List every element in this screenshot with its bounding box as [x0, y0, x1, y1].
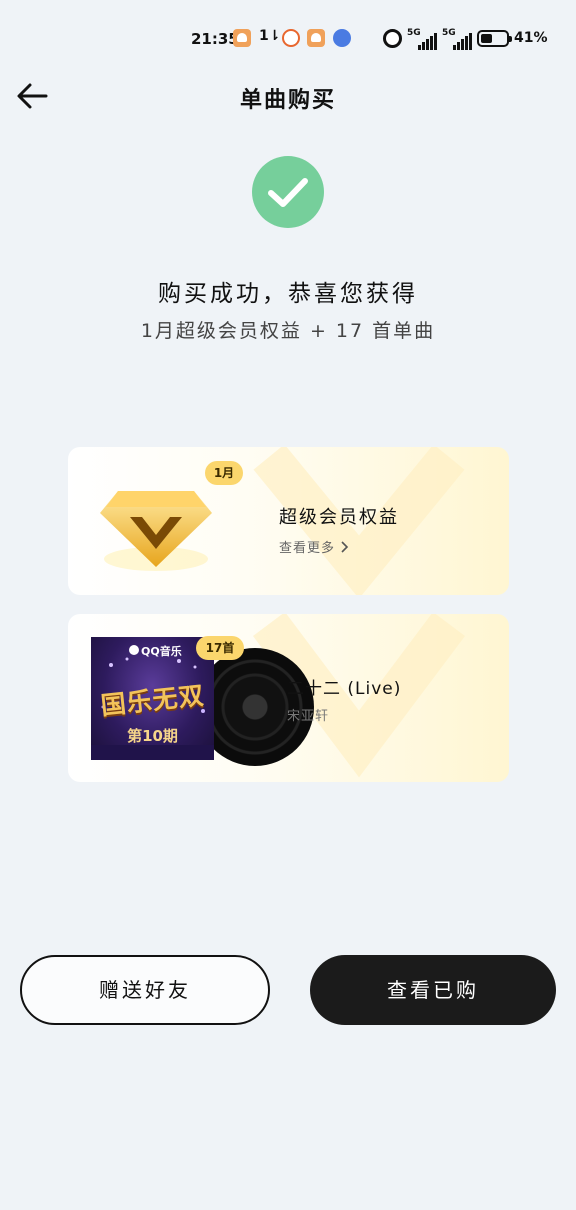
cover-issue: 第10期: [127, 727, 178, 745]
weibo-icon: [282, 29, 300, 47]
gift-to-friend-button[interactable]: 赠送好友: [20, 955, 270, 1025]
status-time: 21:35: [191, 30, 239, 48]
songs-card[interactable]: QQ音乐 国乐无双 第10期 17首 二十二 (Live) 宋亚轩: [68, 614, 509, 782]
status-bar: 21:35 1⇂ 5G 5G 41%: [0, 26, 576, 54]
page-title: 单曲购买: [239, 88, 336, 113]
song-artist: 宋亚轩: [287, 709, 330, 724]
membership-duration-badge: 1月: [205, 461, 243, 485]
signal-1-label: 5G: [407, 28, 421, 38]
alarm-icon: [383, 29, 402, 48]
signal-icon: 5G: [407, 28, 437, 50]
data-transfer-icon: 1⇂: [259, 28, 281, 44]
heart-app-icon: [307, 29, 325, 47]
signal-icon: 5G: [442, 28, 472, 50]
view-purchased-button[interactable]: 查看已购: [310, 955, 556, 1025]
chevron-right-icon: [341, 541, 349, 553]
cover-brand: QQ音乐: [141, 645, 182, 658]
success-check-circle: [252, 156, 324, 228]
planet-app-icon: [333, 29, 351, 47]
see-more-label: 查看更多: [279, 541, 336, 556]
signal-2-label: 5G: [442, 28, 456, 38]
battery-level: 41%: [514, 30, 548, 46]
album-cover: QQ音乐 国乐无双 第10期: [91, 637, 214, 760]
battery-icon: [477, 30, 512, 47]
check-icon: [268, 178, 308, 207]
success-subtitle: 1月超级会员权益 + 17 首单曲: [140, 320, 436, 342]
membership-title: 超级会员权益: [279, 507, 399, 528]
success-title: 购买成功，恭喜您获得: [158, 281, 418, 307]
song-count-badge: 17首: [196, 636, 244, 660]
song-title: 二十二 (Live): [287, 679, 402, 699]
qq-music-logo-icon: [129, 645, 139, 655]
heart-app-icon: [233, 29, 251, 47]
diamond-icon: [100, 491, 212, 571]
see-more-link[interactable]: 查看更多: [279, 537, 350, 556]
membership-card[interactable]: 1月 超级会员权益 查看更多: [68, 447, 509, 595]
